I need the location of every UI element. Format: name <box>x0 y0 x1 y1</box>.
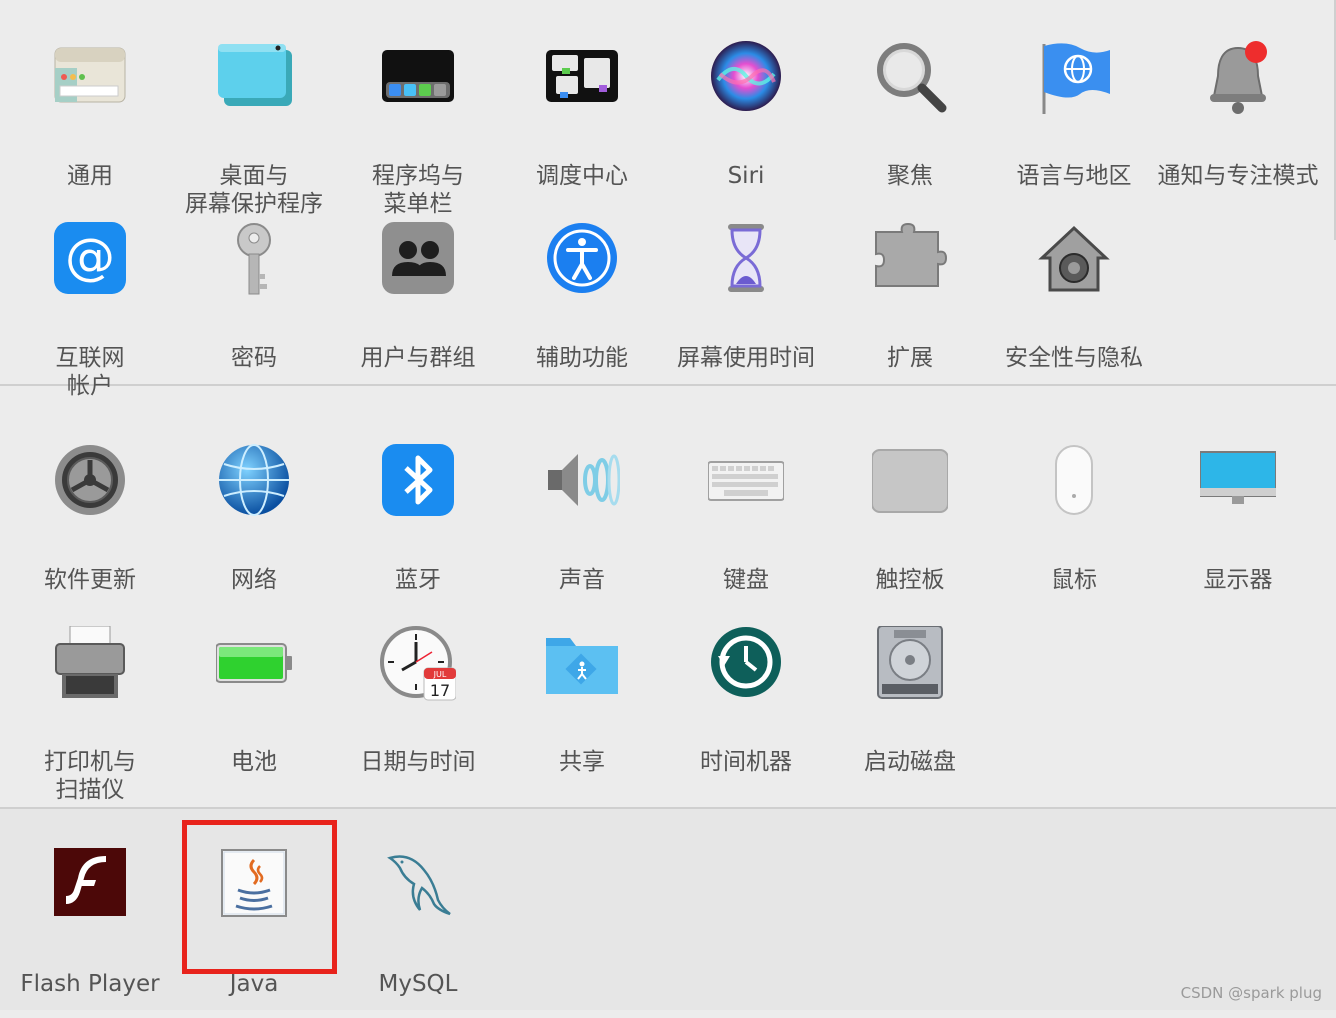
pane-label: 蓝牙 <box>395 567 441 593</box>
pane-bluetooth[interactable]: 蓝牙 <box>336 444 500 614</box>
startup-disk-icon <box>872 626 948 702</box>
desktop-screensaver-icon <box>216 40 292 116</box>
pane-label: 键盘 <box>723 567 769 593</box>
accessibility-icon <box>544 222 620 298</box>
sound-icon <box>544 444 620 520</box>
battery-icon <box>216 626 292 702</box>
spotlight-icon <box>872 40 948 116</box>
language-region-icon <box>1036 40 1112 116</box>
users-groups-icon <box>380 222 456 298</box>
pane-label: 网络 <box>231 567 277 593</box>
pane-spotlight[interactable]: 聚焦 <box>828 40 992 210</box>
pane-time-machine[interactable]: 时间机器 <box>664 626 828 796</box>
pane-displays[interactable]: 显示器 <box>1156 444 1320 614</box>
pane-flash-player[interactable]: Flash Player <box>8 848 172 1018</box>
passwords-key-icon <box>216 222 292 298</box>
pane-label: 日期与时间 <box>360 749 476 775</box>
notifications-icon <box>1200 40 1276 116</box>
pane-sound[interactable]: 声音 <box>500 444 664 614</box>
pane-screen-time[interactable]: 屏幕使用时间 <box>664 222 828 392</box>
pane-label: Siri <box>727 163 765 189</box>
date-time-icon: JUL 17 <box>380 626 456 702</box>
keyboard-icon <box>708 444 784 520</box>
pane-label: 打印机与 扫描仪 <box>44 749 136 803</box>
pane-battery[interactable]: 电池 <box>172 626 336 796</box>
pane-printers-scanners[interactable]: 打印机与 扫描仪 <box>8 626 172 803</box>
pane-accessibility[interactable]: 辅助功能 <box>500 222 664 392</box>
pane-network[interactable]: 网络 <box>172 444 336 614</box>
network-icon <box>216 444 292 520</box>
pane-keyboard[interactable]: 键盘 <box>664 444 828 614</box>
pane-trackpad[interactable]: 触控板 <box>828 444 992 614</box>
mission-control-icon <box>544 40 620 116</box>
dock-menubar-icon <box>380 40 456 116</box>
internet-accounts-icon: @ <box>52 222 128 298</box>
pane-label: 扩展 <box>887 345 933 371</box>
printer-icon <box>52 626 128 702</box>
pane-label: 通知与专注模式 <box>1157 163 1319 189</box>
java-highlight-box <box>182 820 337 974</box>
pane-label: 通用 <box>67 163 113 189</box>
pane-mission-control[interactable]: 调度中心 <box>500 40 664 210</box>
pane-users-groups[interactable]: 用户与群组 <box>336 222 500 392</box>
pane-label: 共享 <box>559 749 605 775</box>
pane-software-update[interactable]: 软件更新 <box>8 444 172 614</box>
pane-label: 触控板 <box>875 567 945 593</box>
pane-label: 语言与地区 <box>1016 163 1132 189</box>
pane-sharing[interactable]: 共享 <box>500 626 664 796</box>
pane-label: 互联网 帐户 <box>55 345 125 399</box>
software-update-icon <box>52 444 128 520</box>
pane-label: 电池 <box>231 749 277 775</box>
pane-dock-menubar[interactable]: 程序坞与 菜单栏 <box>336 40 500 217</box>
pane-label: 辅助功能 <box>536 345 628 371</box>
calendar-day: 17 <box>430 681 450 700</box>
sharing-icon <box>544 626 620 702</box>
pane-label: 调度中心 <box>536 163 628 189</box>
siri-icon <box>708 40 784 116</box>
extensions-icon <box>872 222 948 298</box>
general-icon <box>52 40 128 116</box>
pane-security-privacy[interactable]: 安全性与隐私 <box>992 222 1156 392</box>
pane-desktop-screensaver[interactable]: 桌面与 屏幕保护程序 <box>172 40 336 217</box>
pane-label: 启动磁盘 <box>864 749 956 775</box>
pane-label: 时间机器 <box>700 749 792 775</box>
mouse-icon <box>1036 444 1112 520</box>
pane-label: 屏幕使用时间 <box>677 345 815 371</box>
calendar-month: JUL <box>433 670 447 679</box>
pane-label: 软件更新 <box>44 567 136 593</box>
pane-internet-accounts[interactable]: @ 互联网 帐户 <box>8 222 172 399</box>
pane-label: 用户与群组 <box>360 345 476 371</box>
watermark: CSDN @spark plug <box>1180 984 1322 1002</box>
pane-label: 程序坞与 菜单栏 <box>372 163 464 217</box>
pane-date-time[interactable]: JUL 17 日期与时间 <box>336 626 500 796</box>
time-machine-icon <box>708 626 784 702</box>
pane-label: 鼠标 <box>1051 567 1097 593</box>
pane-mouse[interactable]: 鼠标 <box>992 444 1156 614</box>
pane-label: 显示器 <box>1203 567 1273 593</box>
svg-text:@: @ <box>65 228 115 286</box>
bluetooth-icon <box>380 444 456 520</box>
mysql-icon <box>380 848 456 924</box>
pane-label: MySQL <box>378 971 458 997</box>
security-privacy-icon <box>1036 222 1112 298</box>
pane-siri[interactable]: Siri <box>664 40 828 210</box>
pane-label: Java <box>229 971 279 997</box>
flash-player-icon <box>52 848 128 924</box>
pane-general[interactable]: 通用 <box>8 40 172 210</box>
pane-label: 桌面与 屏幕保护程序 <box>185 163 323 217</box>
pane-notifications[interactable]: 通知与专注模式 <box>1156 40 1320 210</box>
pane-extensions[interactable]: 扩展 <box>828 222 992 392</box>
trackpad-icon <box>872 444 948 520</box>
screen-time-icon <box>708 222 784 298</box>
pane-label: 密码 <box>231 345 277 371</box>
pane-language-region[interactable]: 语言与地区 <box>992 40 1156 210</box>
pane-label: Flash Player <box>20 971 160 997</box>
pane-label: 安全性与隐私 <box>1005 345 1143 371</box>
pane-label: 声音 <box>559 567 605 593</box>
pane-passwords[interactable]: 密码 <box>172 222 336 392</box>
pane-label: 聚焦 <box>887 163 933 189</box>
displays-icon <box>1200 444 1276 520</box>
pane-mysql[interactable]: MySQL <box>336 848 500 1018</box>
pane-startup-disk[interactable]: 启动磁盘 <box>828 626 992 796</box>
